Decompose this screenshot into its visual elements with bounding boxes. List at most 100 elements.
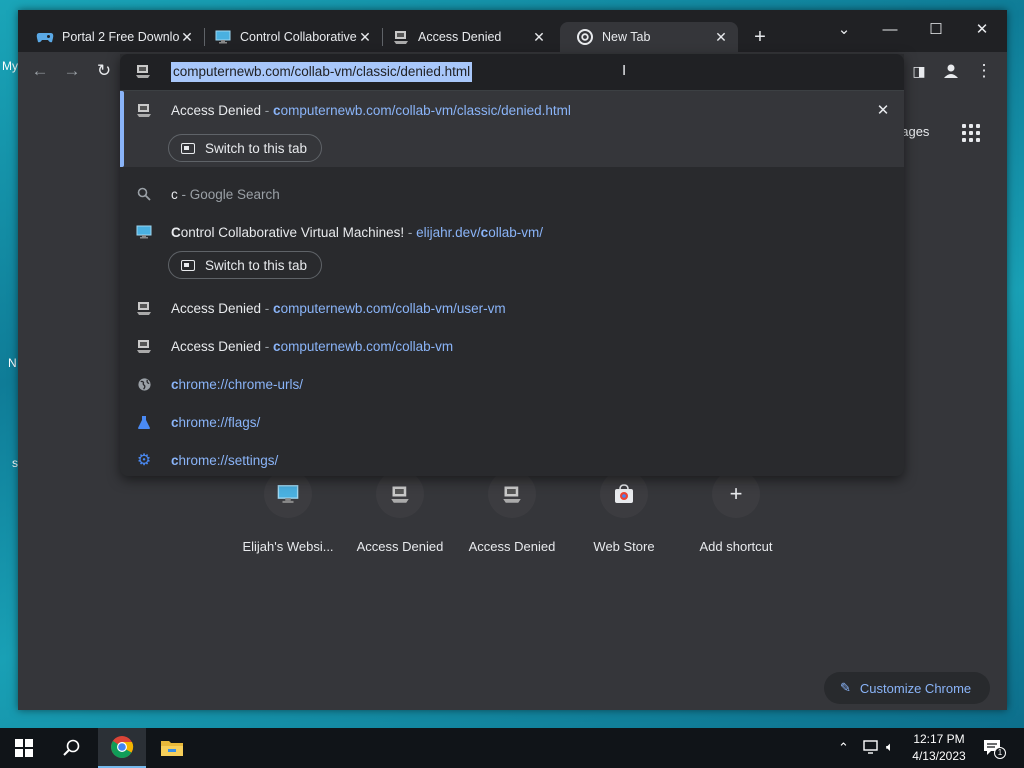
back-button[interactable]: ← — [29, 60, 51, 82]
tab-portal2[interactable]: Portal 2 Free Downlo ✕ — [20, 22, 204, 52]
new-tab-button[interactable]: + — [748, 25, 772, 49]
flask-icon — [135, 413, 153, 431]
vm-icon — [392, 28, 410, 46]
address-input[interactable]: computernewb.com/collab-vm/classic/denie… — [171, 62, 473, 82]
suggestion-google-search[interactable]: c - Google Search — [120, 175, 904, 213]
shortcut-label: Add shortcut — [699, 539, 773, 554]
vm-icon — [135, 337, 153, 355]
suggestion-title: Access Denied — [171, 102, 262, 118]
match-text: c — [273, 300, 281, 316]
suggestion-chrome-settings[interactable]: ⚙ chrome://settings/ — [120, 441, 904, 479]
globe-icon — [135, 375, 153, 393]
separator: - — [261, 102, 274, 118]
taskbar-file-explorer[interactable] — [148, 728, 196, 768]
close-window-button[interactable]: ✕ — [959, 14, 1005, 44]
profile-icon[interactable] — [940, 60, 962, 82]
omnibox-dropdown: computernewb.com/collab-vm/classic/denie… — [120, 54, 904, 476]
chrome-icon — [111, 736, 134, 758]
switch-to-tab-button[interactable]: Switch to this tab — [168, 251, 322, 279]
suggestion-title: Access Denied — [171, 300, 262, 316]
suggestion-url: hrome://chrome-urls/ — [178, 376, 304, 392]
chevron-down-icon[interactable]: ⌄ — [821, 14, 867, 44]
taskbar-chrome[interactable] — [98, 728, 146, 768]
suggestion-text: Access Denied - computernewb.com/collab-… — [171, 301, 506, 316]
network-icon[interactable] — [862, 739, 880, 760]
maximize-button[interactable]: ☐ — [913, 14, 959, 44]
windows-icon — [15, 739, 33, 757]
separator: - — [261, 338, 274, 354]
vm-icon — [135, 101, 153, 119]
folder-icon — [161, 741, 183, 756]
suggestion-title: ontrol Collaborative Virtual Machines! — [180, 224, 405, 240]
start-button[interactable] — [0, 728, 48, 768]
match-text: c — [273, 338, 281, 354]
match-text: c — [171, 452, 179, 468]
tab-control-collaborative[interactable]: Control Collaborative ✕ — [198, 22, 382, 52]
shortcut-access-denied[interactable]: Access Denied — [456, 470, 568, 554]
close-icon[interactable]: ✕ — [874, 101, 892, 119]
tab-strip: Portal 2 Free Downlo ✕ Control Collabora… — [18, 10, 1007, 52]
suggestion-access-denied-user-vm[interactable]: Access Denied - computernewb.com/collab-… — [120, 289, 904, 327]
suggestion-url: hrome://settings/ — [178, 452, 279, 468]
shortcut-label: Access Denied — [468, 539, 556, 554]
suggestion-access-denied-collab-vm[interactable]: Access Denied - computernewb.com/collab-… — [120, 327, 904, 365]
suggestion-control-collaborative[interactable]: Control Collaborative Virtual Machines! … — [120, 213, 904, 251]
monitor-icon — [135, 223, 153, 241]
match-text: c — [171, 376, 179, 392]
customize-chrome-button[interactable]: ✎ Customize Chrome — [824, 672, 990, 704]
taskbar: ⌃ 🔈︎ 12:17 PM 4/13/2023 1 — [0, 728, 1024, 768]
reload-button[interactable]: ↻ — [93, 60, 115, 82]
minimize-button[interactable]: — — [867, 14, 913, 44]
match-text: c — [273, 102, 281, 118]
desktop-icon-label: N — [8, 356, 17, 370]
clock-time[interactable]: 12:17 PM — [908, 732, 970, 746]
menu-icon[interactable]: ⋮ — [973, 60, 995, 82]
vm-icon — [135, 299, 153, 317]
search-button[interactable] — [48, 728, 96, 768]
close-icon[interactable]: ✕ — [178, 28, 196, 46]
apps-grid-icon[interactable] — [962, 124, 980, 142]
close-icon[interactable]: ✕ — [712, 28, 730, 46]
suggestion-text: Access Denied - computernewb.com/collab-… — [171, 103, 571, 118]
suggestion-text: chrome://chrome-urls/ — [171, 377, 303, 392]
shortcut-web-store[interactable]: Web Store — [568, 470, 680, 554]
suggestion-text: Control Collaborative Virtual Machines! … — [171, 225, 543, 240]
switch-to-tab-button[interactable]: Switch to this tab — [168, 134, 322, 162]
suggestion-url: omputernewb.com/collab-vm/classic/denied… — [280, 102, 571, 118]
search-suffix: - Google Search — [177, 186, 280, 202]
shortcut-elijahs-website[interactable]: Elijah's Websi... — [232, 470, 344, 554]
tab-icon — [181, 142, 195, 154]
suggestion-text: chrome://flags/ — [171, 415, 260, 430]
suggestion-url: ollab-vm/ — [488, 224, 543, 240]
volume-icon[interactable]: 🔈︎ — [886, 739, 894, 755]
close-icon[interactable]: ✕ — [356, 28, 374, 46]
suggestion-url: omputernewb.com/collab-vm — [280, 338, 454, 354]
tab-new-tab[interactable]: New Tab ✕ — [560, 22, 738, 52]
suggestion-row[interactable]: Access Denied - computernewb.com/collab-… — [120, 91, 904, 129]
suggestion-selected[interactable]: Access Denied - computernewb.com/collab-… — [120, 91, 904, 167]
notification-count: 1 — [994, 747, 1006, 759]
match-text: c — [171, 414, 179, 430]
search-icon — [135, 185, 153, 203]
shortcut-label: Web Store — [593, 539, 655, 554]
shortcut-access-denied[interactable]: Access Denied — [344, 470, 456, 554]
add-shortcut-button[interactable]: + Add shortcut — [680, 470, 792, 554]
switch-label: Switch to this tab — [205, 140, 308, 156]
match-text: C — [171, 224, 181, 240]
notification-icon[interactable]: 1 — [983, 739, 1006, 762]
forward-button[interactable]: → — [61, 60, 83, 82]
side-panel-icon[interactable]: ◨ — [908, 60, 930, 82]
tab-title: Portal 2 Free Downlo — [62, 30, 180, 44]
switch-label: Switch to this tab — [205, 257, 308, 273]
address-bar[interactable]: computernewb.com/collab-vm/classic/denie… — [120, 54, 904, 90]
tab-access-denied[interactable]: Access Denied ✕ — [376, 22, 556, 52]
tab-title: Access Denied — [418, 30, 502, 44]
suggestion-chrome-urls[interactable]: chrome://chrome-urls/ — [120, 365, 904, 403]
separator: - — [404, 224, 417, 240]
clock-date[interactable]: 4/13/2023 — [908, 749, 970, 763]
suggestion-url: elijahr.dev/ — [416, 224, 481, 240]
close-icon[interactable]: ✕ — [530, 28, 548, 46]
suggestion-chrome-flags[interactable]: chrome://flags/ — [120, 403, 904, 441]
suggestion-text: Access Denied - computernewb.com/collab-… — [171, 339, 453, 354]
chevron-up-icon[interactable]: ⌃ — [838, 740, 849, 756]
